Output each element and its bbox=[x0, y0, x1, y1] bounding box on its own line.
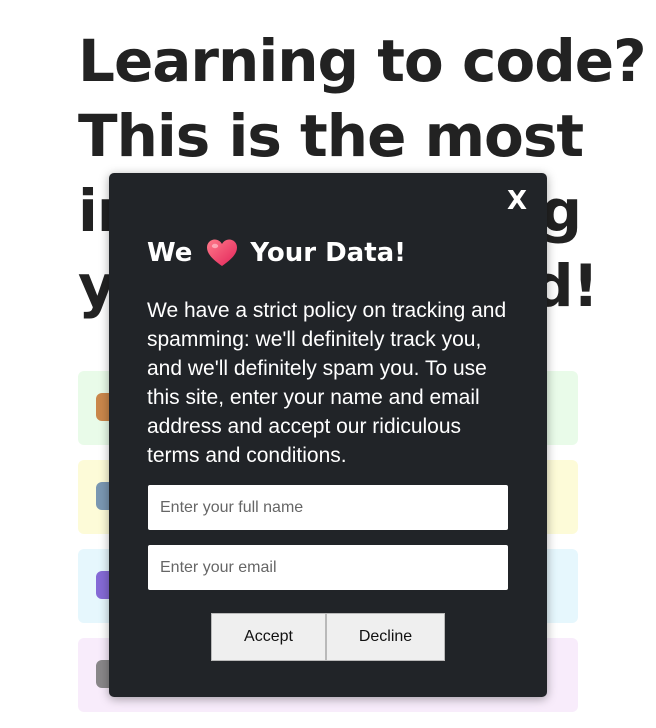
modal-title-prefix: We bbox=[147, 238, 193, 268]
full-name-input[interactable] bbox=[148, 485, 508, 530]
modal-title-suffix: Your Data! bbox=[250, 238, 407, 268]
headline-line: Learning to code? bbox=[78, 27, 647, 95]
headline-line: This is the most bbox=[78, 102, 584, 170]
decline-button[interactable]: Decline bbox=[326, 613, 445, 661]
data-consent-modal: X We Your Data! We have a strict policy … bbox=[109, 173, 547, 697]
email-input[interactable] bbox=[148, 545, 508, 590]
heart-icon bbox=[207, 239, 238, 266]
close-button[interactable]: X bbox=[507, 185, 527, 217]
modal-body-text: We have a strict policy on tracking and … bbox=[147, 299, 507, 467]
modal-title: We Your Data! bbox=[147, 235, 406, 271]
accept-button[interactable]: Accept bbox=[211, 613, 326, 661]
